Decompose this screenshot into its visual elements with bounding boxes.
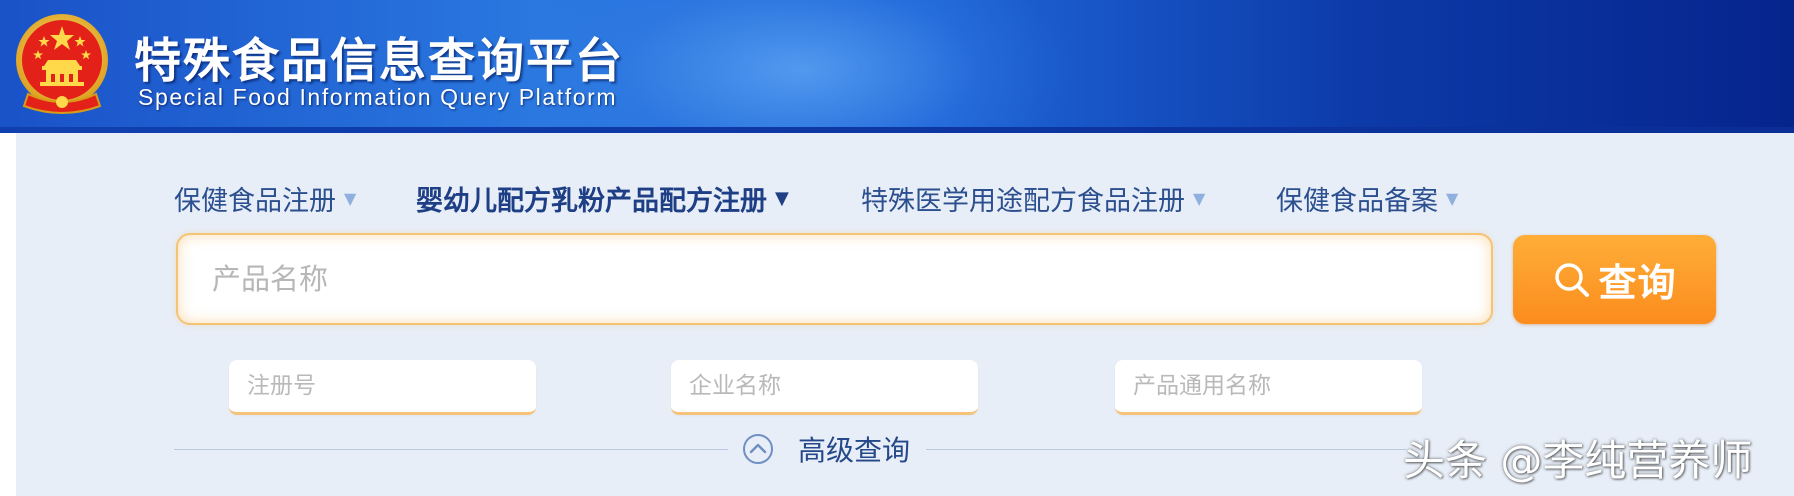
product-name-search-box bbox=[176, 233, 1493, 325]
site-title-cn: 特殊食品信息查询平台 bbox=[134, 34, 624, 89]
caret-down-icon: ▼ bbox=[775, 187, 789, 209]
divider-right bbox=[926, 449, 1406, 450]
product-generic-name-field bbox=[1115, 360, 1422, 415]
advanced-search-label: 高级查询 bbox=[798, 434, 911, 467]
site-title-en: Special Food Information Query Platform bbox=[138, 84, 618, 110]
tab-label: 婴幼儿配方乳粉产品配方注册 bbox=[416, 185, 767, 217]
divider-left bbox=[174, 449, 728, 450]
tab-infant-formula-registration[interactable]: 婴幼儿配方乳粉产品配方注册 ▼ bbox=[416, 178, 789, 218]
search-icon bbox=[1555, 262, 1590, 297]
product-generic-name-input[interactable] bbox=[1133, 360, 1413, 412]
left-edge bbox=[0, 133, 16, 496]
advanced-search-toggle[interactable]: 高级查询 bbox=[742, 427, 910, 471]
caret-down-icon: ▼ bbox=[1193, 188, 1206, 208]
search-button-label: 查询 bbox=[1598, 261, 1677, 305]
company-name-field bbox=[671, 360, 978, 415]
registration-number-input[interactable] bbox=[247, 360, 527, 412]
tab-label: 特殊医学用途配方食品注册 bbox=[861, 185, 1185, 217]
tab-health-food-registration[interactable]: 保健食品注册 ▼ bbox=[174, 178, 356, 218]
chevron-up-circle-icon bbox=[743, 434, 773, 464]
caret-down-icon: ▼ bbox=[344, 188, 357, 208]
product-name-input[interactable] bbox=[212, 235, 1472, 323]
watermark-text: 头条 @李纯营养师 bbox=[1403, 436, 1753, 485]
search-button[interactable]: 查询 bbox=[1513, 235, 1716, 324]
tab-health-food-filing[interactable]: 保健食品备案 ▼ bbox=[1276, 178, 1458, 218]
registration-number-field bbox=[229, 360, 536, 415]
tab-label: 保健食品注册 bbox=[174, 185, 336, 217]
tab-label: 保健食品备案 bbox=[1276, 185, 1438, 217]
tab-special-medical-food-registration[interactable]: 特殊医学用途配方食品注册 ▼ bbox=[861, 178, 1205, 218]
company-name-input[interactable] bbox=[689, 360, 969, 412]
caret-down-icon: ▼ bbox=[1446, 188, 1459, 208]
site-header: 特殊食品信息查询平台 Special Food Information Quer… bbox=[0, 0, 1794, 133]
national-emblem-icon bbox=[16, 14, 108, 114]
